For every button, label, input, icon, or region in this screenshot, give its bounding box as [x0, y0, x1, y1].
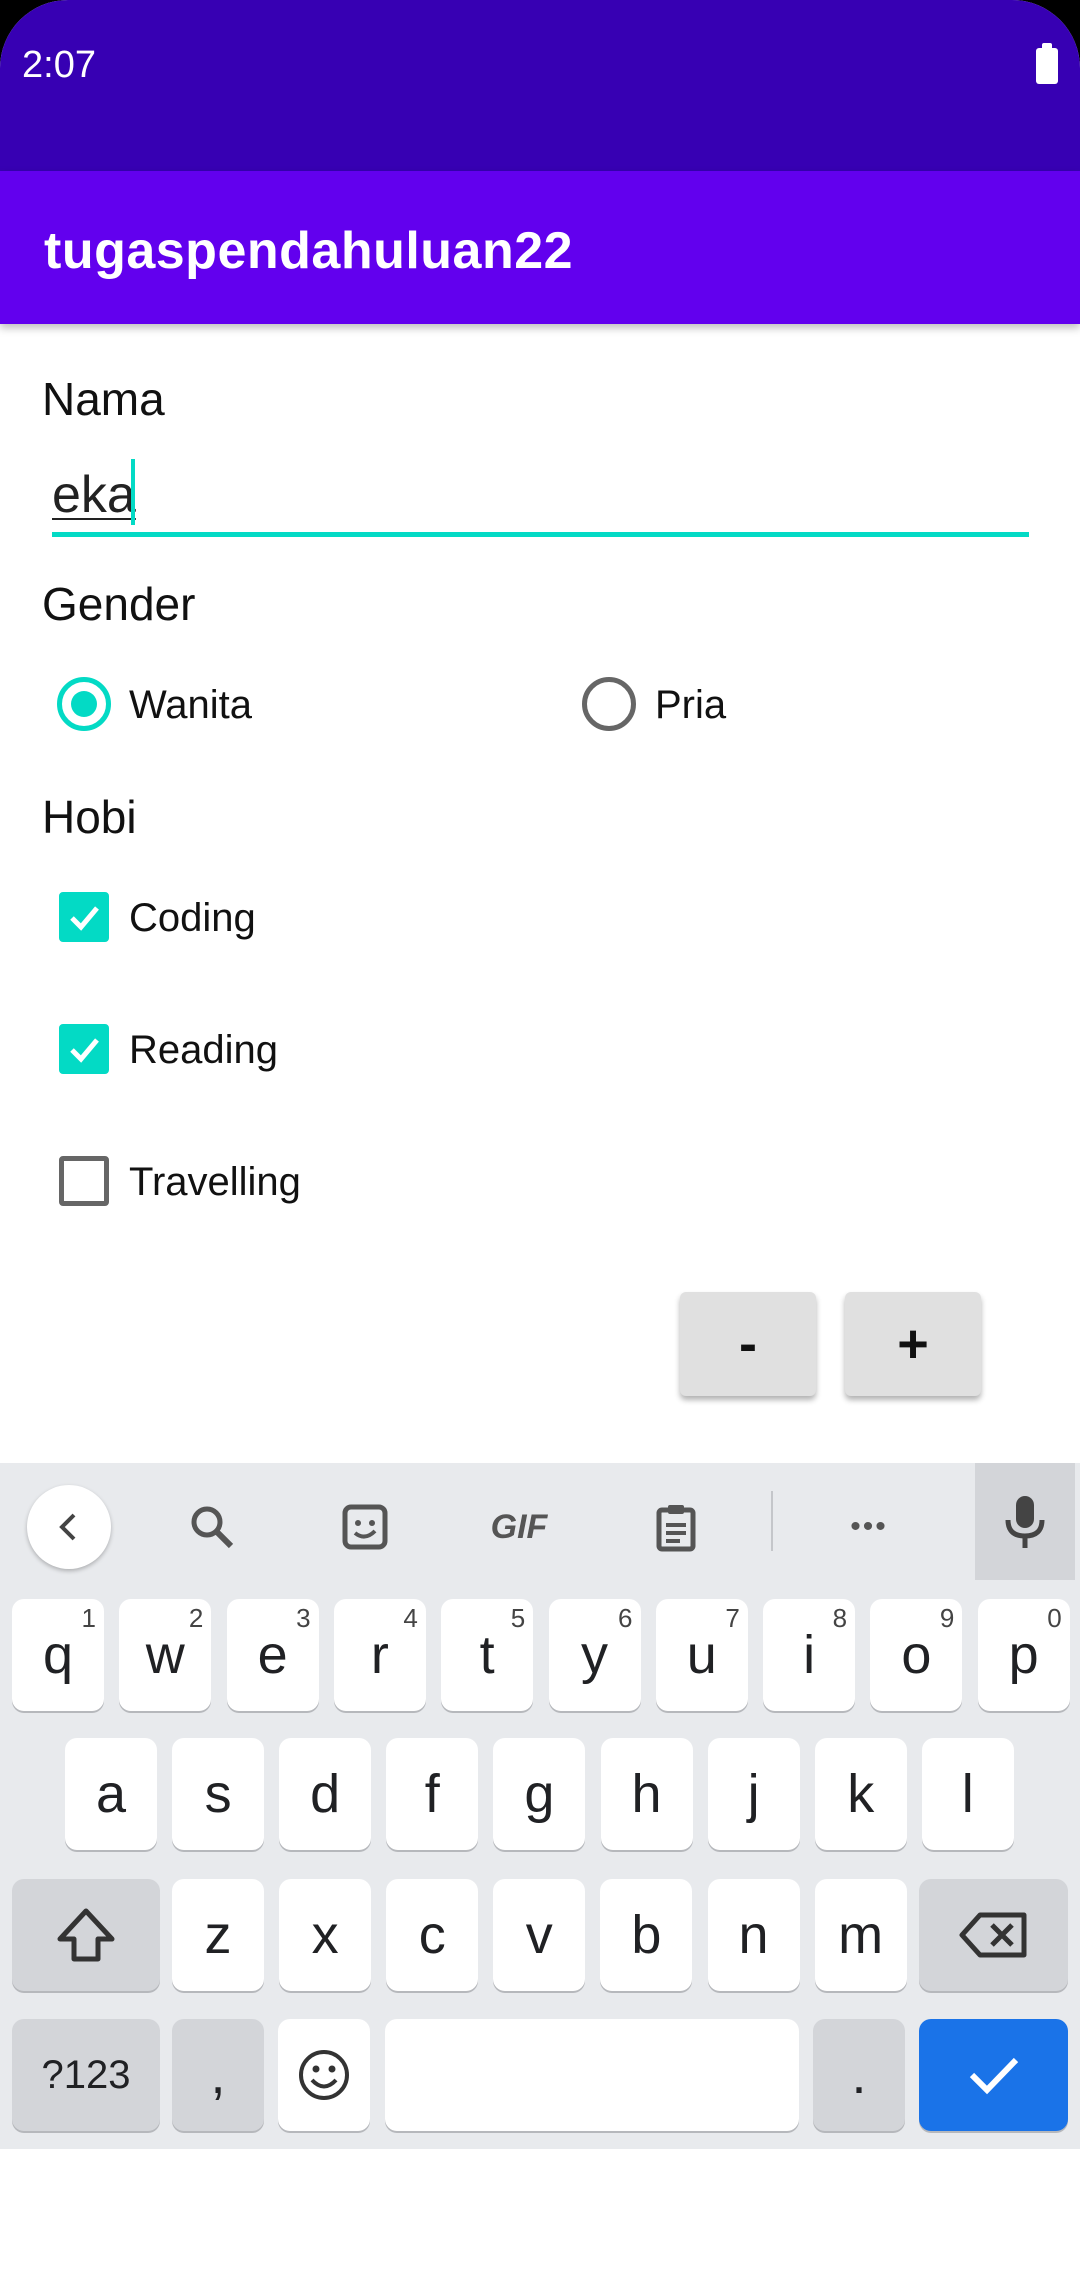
- key-j[interactable]: j: [707, 1738, 800, 1850]
- key-hint: 0: [1047, 1603, 1062, 1633]
- key-x[interactable]: x: [279, 1879, 372, 1991]
- key-z[interactable]: z: [172, 1879, 264, 1991]
- key-hint: 3: [296, 1603, 311, 1633]
- key-q[interactable]: q1: [12, 1599, 104, 1711]
- keyboard-toolbar: GIF •••: [0, 1463, 1080, 1593]
- enter-key[interactable]: [919, 2019, 1068, 2131]
- navigation-bar: [0, 2149, 1080, 2280]
- key-letter: t: [479, 1625, 495, 1685]
- key-b[interactable]: b: [600, 1879, 693, 1991]
- key-letter: w: [145, 1625, 185, 1685]
- checkbox-travelling-label[interactable]: Travelling: [129, 1160, 301, 1205]
- name-label: Nama: [42, 373, 165, 425]
- key-g[interactable]: g: [493, 1738, 586, 1850]
- key-hint: 5: [510, 1603, 526, 1633]
- sticker-icon[interactable]: [323, 1485, 407, 1569]
- comma-key[interactable]: ,: [172, 2019, 264, 2131]
- key-c[interactable]: c: [386, 1879, 479, 1991]
- name-input-value: eka: [52, 466, 136, 524]
- more-icon[interactable]: •••: [827, 1485, 911, 1569]
- key-w[interactable]: w2: [119, 1599, 212, 1711]
- key-hint: 7: [725, 1603, 740, 1633]
- keyboard: GIF ••• q1w2e3r4t5y6u7i8o9p0 asdfghjkl z…: [0, 1463, 1080, 2149]
- key-letter: o: [901, 1625, 932, 1685]
- key-e[interactable]: e3: [226, 1599, 319, 1711]
- gender-label: Gender: [42, 578, 196, 630]
- radio-wanita[interactable]: [57, 677, 111, 731]
- check-icon: [70, 906, 99, 931]
- mic-icon[interactable]: [975, 1463, 1075, 1580]
- key-hint: 9: [939, 1603, 955, 1633]
- key-i[interactable]: i8: [763, 1599, 856, 1711]
- key-f[interactable]: f: [386, 1738, 479, 1850]
- key-o[interactable]: o9: [870, 1599, 963, 1711]
- key-y[interactable]: y6: [548, 1599, 641, 1711]
- key-letter: i: [803, 1625, 816, 1685]
- key-letter: q: [42, 1625, 74, 1685]
- key-hint: 6: [618, 1603, 633, 1633]
- app-title: tugaspendahuluan22: [44, 222, 574, 280]
- emoji-icon: [299, 2050, 349, 2100]
- toolbar-divider: [771, 1491, 773, 1551]
- battery-icon: [1036, 43, 1058, 84]
- plus-button[interactable]: +: [845, 1292, 981, 1396]
- key-hint: 4: [403, 1603, 418, 1633]
- period-key[interactable]: .: [813, 2019, 905, 2131]
- name-input[interactable]: eka: [52, 455, 1029, 537]
- gif-icon[interactable]: GIF: [477, 1485, 561, 1569]
- key-n[interactable]: n: [707, 1879, 800, 1991]
- minus-button[interactable]: -: [680, 1292, 816, 1396]
- check-icon: [70, 1038, 99, 1063]
- clipboard-icon[interactable]: [634, 1485, 718, 1569]
- radio-pria-label[interactable]: Pria: [655, 683, 726, 728]
- check-icon: [969, 2057, 1018, 2095]
- checkbox-coding-label[interactable]: Coding: [129, 896, 256, 941]
- key-letter: p: [1008, 1625, 1039, 1685]
- hobby-label: Hobi: [42, 791, 137, 843]
- search-icon[interactable]: [170, 1485, 254, 1569]
- symbols-key[interactable]: ?123: [12, 2019, 160, 2131]
- backspace-key[interactable]: [919, 1879, 1068, 1991]
- radio-pria[interactable]: [582, 677, 636, 731]
- key-t[interactable]: t5: [441, 1599, 534, 1711]
- checkbox-coding[interactable]: [59, 892, 109, 942]
- app-bar: tugaspendahuluan22: [0, 171, 1080, 324]
- key-l[interactable]: l: [921, 1738, 1014, 1850]
- screen: 2:07 tugaspendahuluan22 Nama eka Gender …: [0, 0, 1080, 2280]
- status-bar: 2:07: [0, 0, 1080, 171]
- key-r[interactable]: r4: [333, 1599, 426, 1711]
- checkbox-reading-label[interactable]: Reading: [129, 1028, 278, 1073]
- key-s[interactable]: s: [172, 1738, 265, 1850]
- key-letter: e: [257, 1625, 288, 1685]
- shift-key[interactable]: [12, 1879, 160, 1991]
- space-key[interactable]: [385, 2019, 799, 2131]
- emoji-key[interactable]: [278, 2019, 370, 2131]
- key-letter: y: [581, 1625, 608, 1685]
- key-u[interactable]: u7: [655, 1599, 748, 1711]
- key-k[interactable]: k: [814, 1738, 907, 1850]
- checkbox-reading[interactable]: [59, 1024, 109, 1074]
- key-d[interactable]: d: [279, 1738, 372, 1850]
- status-time: 2:07: [22, 44, 96, 86]
- key-letter: u: [686, 1625, 717, 1685]
- key-hint: 1: [81, 1603, 96, 1633]
- key-letter: r: [370, 1625, 389, 1685]
- text-cursor: [131, 459, 135, 525]
- key-hint: 2: [188, 1603, 204, 1633]
- key-hint: 8: [832, 1603, 848, 1633]
- key-a[interactable]: a: [65, 1738, 157, 1850]
- key-p[interactable]: p0: [977, 1599, 1070, 1711]
- key-m[interactable]: m: [814, 1879, 907, 1991]
- radio-wanita-label[interactable]: Wanita: [129, 683, 252, 728]
- key-h[interactable]: h: [600, 1738, 693, 1850]
- checkbox-travelling[interactable]: [59, 1156, 109, 1206]
- key-v[interactable]: v: [493, 1879, 586, 1991]
- back-icon[interactable]: [27, 1485, 111, 1569]
